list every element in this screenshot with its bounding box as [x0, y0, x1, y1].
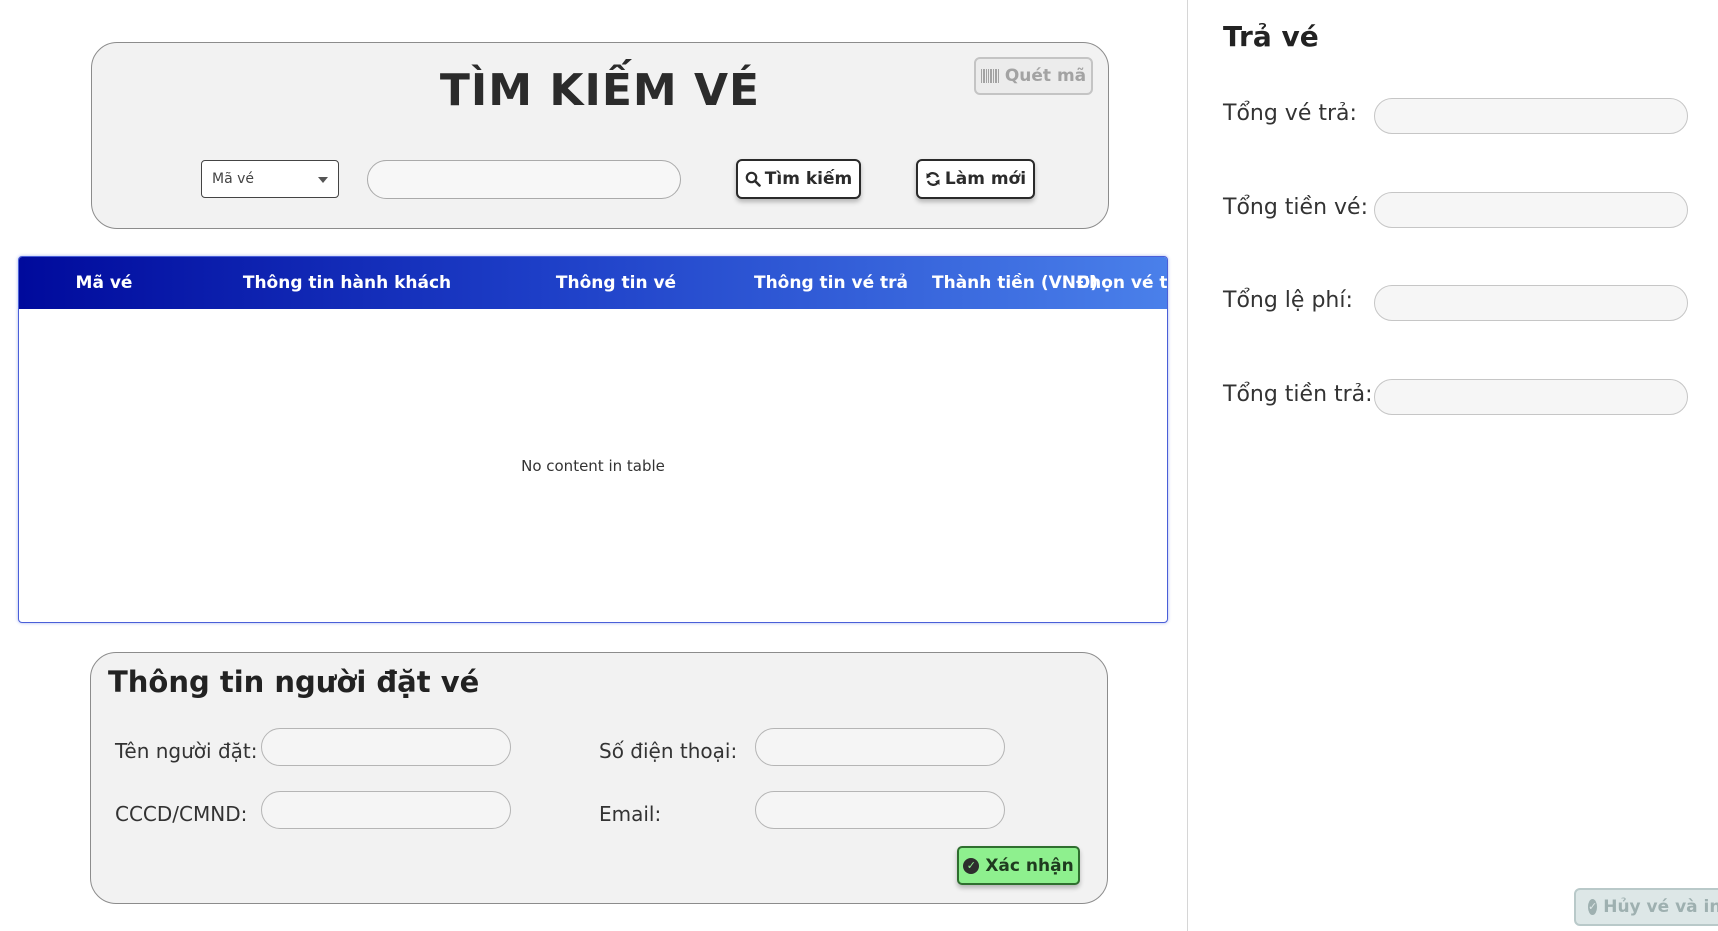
- table-empty-message: No content in table: [521, 457, 665, 475]
- refresh-button-label: Làm mới: [944, 169, 1027, 189]
- scan-code-button[interactable]: Quét mã: [974, 57, 1093, 95]
- ticket-table: Mã vé Thông tin hành khách Thông tin vé …: [18, 256, 1168, 623]
- column-header-ticket-code[interactable]: Mã vé: [19, 257, 189, 309]
- id-card-input[interactable]: [261, 791, 511, 829]
- booker-info-title: Thông tin người đặt vé: [108, 665, 480, 699]
- phone-input[interactable]: [755, 728, 1005, 766]
- search-panel: TÌM KIẾM VÉ Quét mã Mã vé Tìm kiếm Làm m…: [91, 42, 1109, 229]
- column-header-amount[interactable]: Thành tiền (VNĐ): [932, 257, 1098, 309]
- search-button-label: Tìm kiếm: [764, 169, 853, 189]
- panel-divider: [1187, 0, 1188, 931]
- total-fee-input[interactable]: [1374, 285, 1688, 321]
- table-header: Mã vé Thông tin hành khách Thông tin vé …: [19, 257, 1167, 309]
- total-ticket-price-input[interactable]: [1374, 192, 1688, 228]
- cancel-and-print-button[interactable]: ✓ Hủy vé và in phiếu: [1574, 888, 1718, 926]
- refresh-icon: [926, 172, 940, 186]
- column-header-ticket-info[interactable]: Thông tin vé: [505, 257, 727, 309]
- scan-code-label: Quét mã: [1004, 66, 1087, 86]
- email-input[interactable]: [755, 791, 1005, 829]
- total-fee-label: Tổng lệ phí:: [1223, 288, 1353, 313]
- email-label: Email:: [599, 802, 662, 826]
- refresh-button[interactable]: Làm mới: [916, 159, 1035, 199]
- confirm-button-label: Xác nhận: [985, 855, 1074, 876]
- check-circle-icon: ✓: [963, 857, 980, 874]
- total-tickets-label: Tổng vé trả:: [1223, 101, 1357, 126]
- barcode-icon: [980, 69, 999, 83]
- search-title: TÌM KIẾM VÉ: [439, 65, 761, 116]
- search-type-select[interactable]: Mã vé: [201, 160, 339, 198]
- booker-info-panel: Thông tin người đặt vé Tên người đặt: Số…: [90, 652, 1108, 904]
- total-ticket-price-label: Tổng tiền vé:: [1223, 195, 1368, 220]
- total-refund-label: Tổng tiền trả:: [1223, 382, 1373, 407]
- column-header-select-refund[interactable]: Chọn vé trả: [1077, 257, 1167, 309]
- total-refund-input[interactable]: [1374, 379, 1688, 415]
- check-circle-icon: ✓: [1588, 899, 1598, 915]
- confirm-button[interactable]: ✓ Xác nhận: [957, 846, 1080, 885]
- refund-title: Trả vé: [1223, 20, 1319, 53]
- cancel-and-print-label: Hủy vé và in phiếu: [1603, 897, 1718, 917]
- total-tickets-input[interactable]: [1374, 98, 1688, 134]
- phone-label: Số điện thoại:: [599, 739, 738, 763]
- search-icon: [745, 171, 761, 187]
- caret-down-icon: [318, 177, 328, 183]
- search-input[interactable]: [367, 160, 681, 199]
- column-header-refund-ticket-info[interactable]: Thông tin vé trả: [727, 257, 935, 309]
- search-type-value: Mã vé: [212, 171, 255, 187]
- column-header-passenger-info[interactable]: Thông tin hành khách: [189, 257, 505, 309]
- id-card-label: CCCD/CMND:: [115, 802, 248, 826]
- booker-name-label: Tên người đặt:: [115, 739, 258, 763]
- search-button[interactable]: Tìm kiếm: [736, 159, 861, 199]
- ticket-refund-screen: TÌM KIẾM VÉ Quét mã Mã vé Tìm kiếm Làm m…: [0, 0, 1718, 931]
- booker-name-input[interactable]: [261, 728, 511, 766]
